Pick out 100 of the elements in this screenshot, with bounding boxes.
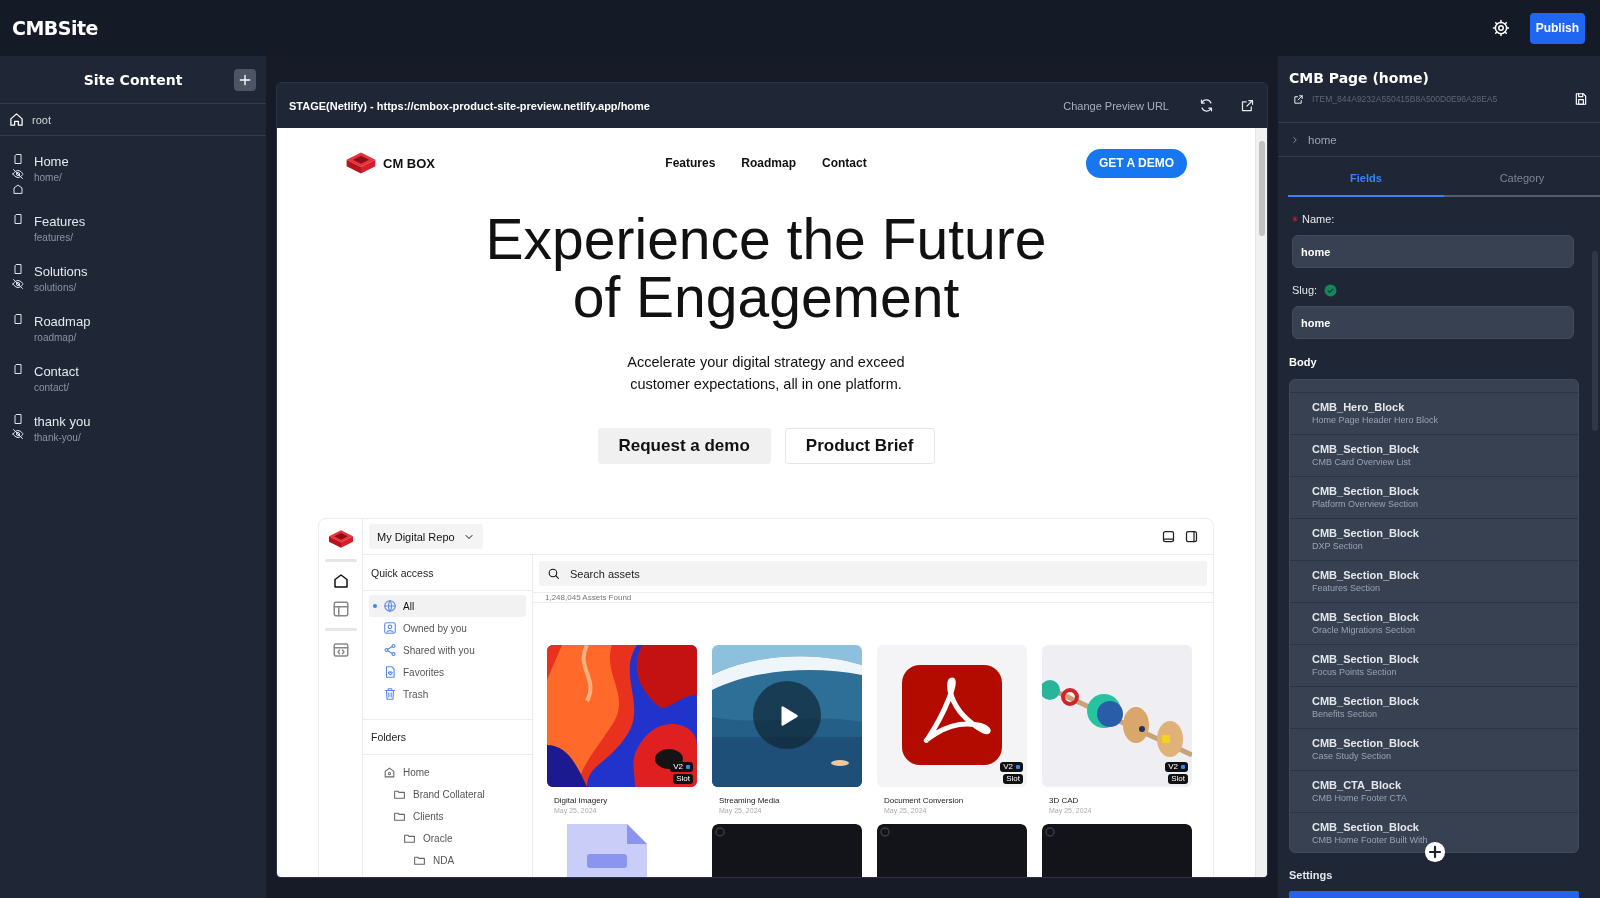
quick-access-item[interactable]: Trash	[369, 683, 526, 705]
save-icon[interactable]	[1574, 92, 1588, 106]
page-icon	[12, 413, 24, 425]
brand-name: CM BOX	[383, 155, 435, 171]
change-url-link[interactable]: Change Preview URL	[1063, 99, 1169, 112]
item-id: ITEM_844A9232A550415B8A500D0E96A28EA5	[1312, 94, 1499, 104]
page-path: solutions/	[34, 281, 78, 295]
logo-icon	[326, 529, 355, 549]
search-field[interactable]: Search assets	[539, 561, 1207, 586]
slot-badge: Slot	[673, 774, 693, 784]
settings-icon[interactable]	[1491, 19, 1510, 37]
nav-link[interactable]: Roadmap	[741, 156, 796, 170]
slot-badge: Slot	[1168, 774, 1188, 784]
demo-button[interactable]: GET A DEMO	[1085, 148, 1187, 178]
nav-link[interactable]: Features	[665, 156, 716, 170]
preview-url: STAGE(Netlify) - https://cmbox-product-site-preview.netlify.app/home	[289, 99, 650, 112]
asset-title: Digital Imagery	[553, 796, 609, 805]
block-item[interactable]: CMB_Section_Block Platform Overview Section	[1290, 476, 1578, 518]
nav-link[interactable]: Contact	[822, 156, 867, 170]
brief-button[interactable]: Product Brief	[784, 428, 935, 464]
refresh-icon[interactable]	[1199, 98, 1214, 113]
panel-icon[interactable]	[1184, 529, 1199, 544]
asset-title: 3D CAD	[1048, 796, 1080, 805]
home-icon	[383, 765, 396, 779]
layout-icon[interactable]	[331, 600, 350, 618]
page-icon	[12, 363, 24, 375]
block-item[interactable]: CMB_CTA_Block CMB Home Footer CTA	[1290, 770, 1578, 812]
block-item[interactable]: CMB_Hero_Block Home Page Header Hero Block	[1290, 392, 1578, 434]
page-path: features/	[34, 231, 74, 245]
repo-dropdown[interactable]: My Digital Repo	[369, 524, 483, 549]
tab[interactable]: Category	[1444, 161, 1600, 197]
home-icon	[9, 112, 24, 127]
block-item[interactable]: CMB_Section_Block Focus Points Section	[1290, 644, 1578, 686]
page-name[interactable]: Contact	[34, 363, 79, 381]
folder-item[interactable]: NDA	[413, 849, 532, 871]
page-icon	[12, 263, 24, 275]
page-icon	[12, 313, 24, 325]
add-button[interactable]	[234, 69, 256, 91]
input-field[interactable]: home	[1292, 235, 1574, 268]
block-item[interactable]: CMB_Section_Block Case Study Section	[1290, 728, 1578, 770]
folder-item[interactable]: Clients	[393, 805, 532, 827]
section-title: Body	[1289, 356, 1318, 370]
page-name[interactable]: Features	[34, 213, 86, 231]
add-block-icon[interactable]	[1424, 841, 1446, 863]
publish-button[interactable]: Publish	[1529, 12, 1585, 44]
trash-icon	[383, 687, 397, 701]
panel-title: CMB Page (home)	[1289, 70, 1430, 86]
external-link-icon[interactable]	[1240, 98, 1255, 113]
demo-button[interactable]: Request a demo	[597, 428, 771, 464]
slot-badge: Slot	[1003, 774, 1023, 784]
breadcrumb[interactable]: home	[1308, 133, 1337, 146]
block-item[interactable]: CMB_Section_Block DXP Section	[1290, 518, 1578, 560]
chevron-right-icon[interactable]	[1290, 134, 1300, 145]
panel-icon[interactable]	[1161, 529, 1176, 544]
asset-title: Streaming Media	[718, 796, 781, 805]
block-item[interactable]: CMB_Section_Block Benefits Section	[1290, 686, 1578, 728]
field-label: Slug:	[1292, 284, 1318, 296]
user-icon	[383, 621, 397, 635]
favorites-icon	[383, 665, 397, 679]
share-icon	[383, 643, 397, 657]
quick-access-item[interactable]: Shared with you	[369, 639, 526, 661]
folder-item[interactable]: Oracle	[403, 827, 532, 849]
version-badge: V2	[1165, 762, 1188, 772]
page-path: thank-you/	[34, 431, 82, 445]
page-icon	[12, 153, 24, 165]
block-item[interactable]: CMB_Section_Block Features Section	[1290, 560, 1578, 602]
tab[interactable]: Fields	[1288, 161, 1444, 197]
home-icon[interactable]	[331, 572, 350, 590]
asset-title: Document Conversion	[883, 796, 965, 805]
result-count: 1,248,045 Assets Found	[533, 593, 1213, 603]
section-title: Folders	[363, 719, 532, 755]
page-name[interactable]: thank you	[34, 413, 91, 431]
scrollbar[interactable]	[1255, 128, 1267, 877]
page-path: contact/	[34, 381, 71, 395]
globe-icon	[383, 599, 397, 613]
page-name[interactable]: Home	[34, 153, 69, 171]
input-field[interactable]: home	[1292, 306, 1574, 339]
page-path: roadmap/	[34, 331, 78, 345]
page-icon	[12, 213, 24, 225]
subheadline: Accelerate your digital strategy and exceed customer expectations, all in one platform.	[626, 353, 906, 394]
block-item[interactable]: CMB_Section_Block CMB Card Overview List	[1290, 434, 1578, 476]
page-name[interactable]: Roadmap	[34, 313, 91, 331]
quick-access-item[interactable]: Favorites	[369, 661, 526, 683]
section-title: Settings	[1289, 869, 1334, 883]
quick-access-item[interactable]: Owned by you	[369, 617, 526, 639]
search-input[interactable]: Search assets	[568, 566, 1199, 581]
version-badge: V2	[670, 762, 693, 772]
field-label: Name:	[1302, 213, 1335, 225]
code-icon[interactable]	[331, 641, 350, 659]
folder-item[interactable]: Brand Collateral	[393, 783, 532, 805]
block-item[interactable]: CMB_Section_Block Oracle Migrations Section	[1290, 602, 1578, 644]
sidebar-title: Site Content	[83, 71, 183, 88]
page-path: home/	[34, 171, 63, 185]
plus-icon	[237, 72, 253, 88]
root-item[interactable]: root	[32, 113, 51, 126]
page-name[interactable]: Solutions	[34, 263, 88, 281]
folder-item[interactable]: Home	[383, 761, 532, 783]
quick-access-item[interactable]: All	[369, 595, 526, 617]
section-title: Quick access	[363, 555, 532, 591]
version-badge: V2	[1000, 762, 1023, 772]
